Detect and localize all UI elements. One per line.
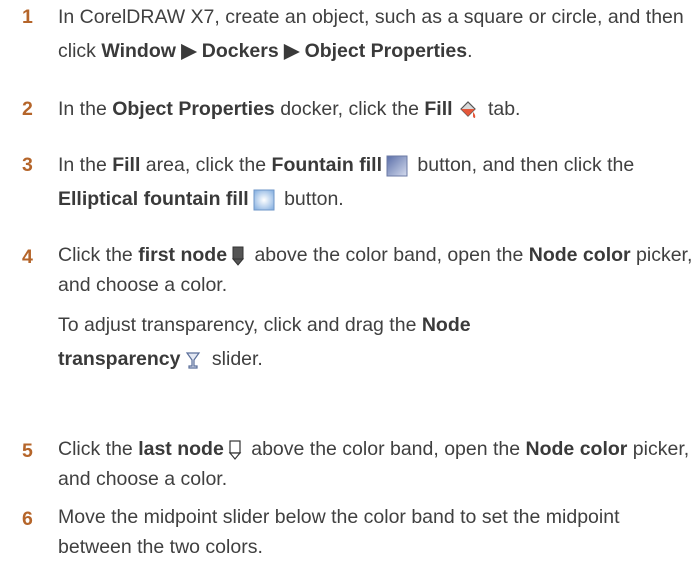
last-node-label: last node — [138, 438, 224, 460]
step-subtext: To adjust transparency, click and drag t… — [58, 314, 471, 370]
menu-object-properties: Object Properties — [304, 40, 468, 62]
step-text: Click the last node above the color band… — [58, 438, 690, 490]
node-transparency-icon — [184, 350, 202, 370]
step-text: In the Fill area, click the Fountain fil… — [58, 154, 635, 211]
menu-window: Window — [101, 40, 176, 62]
last-node-icon — [228, 440, 242, 460]
elliptical-fountain-fill-icon — [253, 189, 275, 211]
first-node-label: first node — [138, 244, 228, 266]
node-color-label: Node color — [528, 244, 631, 266]
step-6: 6 Move the midpoint slider below the col… — [22, 502, 648, 562]
fill-label: Fill — [112, 154, 141, 176]
step-number: 4 — [22, 246, 33, 268]
step-text: In CorelDRAW X7, create an object, such … — [58, 6, 684, 62]
step-text: Click the first node above the color ban… — [58, 244, 693, 296]
menu-separator: ▶ — [278, 40, 305, 62]
fountain-fill-label: Fountain fill — [271, 154, 383, 176]
menu-dockers: Dockers — [201, 40, 279, 62]
step-number: 1 — [22, 6, 33, 28]
elliptical-fountain-fill-label: Elliptical fountain fill — [58, 188, 249, 210]
fountain-fill-icon — [386, 155, 408, 177]
step-2: 2 In the Object Properties docker, click… — [22, 92, 698, 126]
object-properties-label: Object Properties — [112, 98, 275, 120]
step-3: 3 In the Fill area, click the Fountain f… — [22, 148, 698, 216]
step-1: 1 In CorelDRAW X7, create an object, suc… — [22, 0, 698, 68]
step-number: 3 — [22, 154, 33, 176]
step-text: In the Object Properties docker, click t… — [58, 98, 521, 121]
step-number: 5 — [22, 440, 33, 462]
step-number: 6 — [22, 508, 33, 530]
paint-bucket-icon — [457, 99, 479, 121]
menu-separator: ▶ — [175, 40, 202, 62]
step-4: 4 Click the first node above the color b… — [22, 240, 698, 376]
step-text: Move the midpoint slider below the color… — [58, 506, 620, 558]
first-node-icon — [231, 246, 245, 266]
fill-label: Fill — [424, 98, 453, 120]
step-number: 2 — [22, 98, 33, 120]
step-5: 5 Click the last node above the color ba… — [22, 434, 698, 494]
node-color-label: Node color — [525, 438, 628, 460]
